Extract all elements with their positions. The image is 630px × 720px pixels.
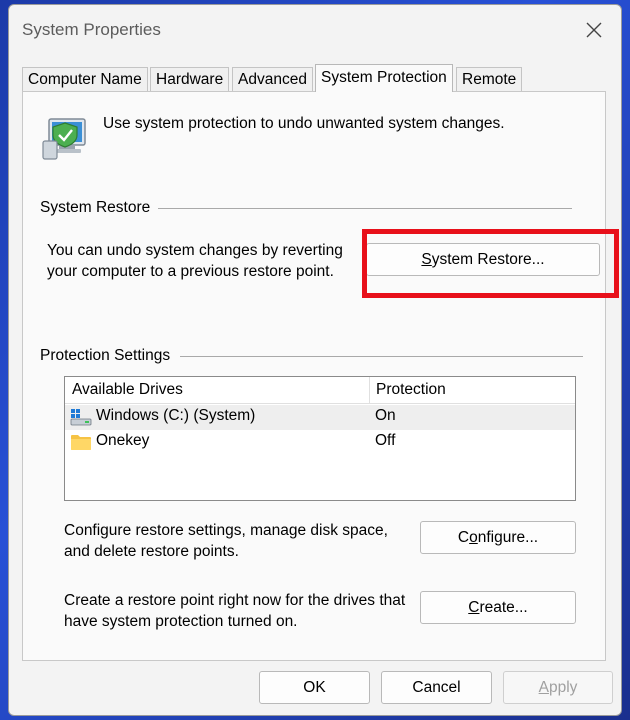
create-description-line1: Create a restore point right now for the… [64,592,406,609]
system-protection-icon [42,118,86,160]
create-button-label: Create... [468,598,528,616]
intro-description: Use system protection to undo unwanted s… [103,115,505,132]
column-available-drives[interactable]: Available Drives [72,381,183,399]
drive-name: Onekey [96,432,150,449]
system-restore-button[interactable]: System Restore... [366,243,600,276]
system-protection-panel: Use system protection to undo unwanted s… [22,91,619,661]
drive-row-onekey[interactable]: Onekey Off [65,430,575,455]
configure-description-line2: and delete restore points. [64,543,239,560]
system-drive-icon [70,409,92,426]
system-restore-description-line1: You can undo system changes by reverting [47,242,343,259]
window-title: System Properties [22,20,161,39]
tab-system-protection[interactable]: System Protection [315,64,453,92]
system-restore-description-line2: your computer to a previous restore poin… [47,263,334,280]
system-restore-button-label: System Restore... [421,250,545,268]
column-separator[interactable] [369,377,370,404]
configure-button-label: Configure... [457,528,539,546]
cancel-button[interactable]: Cancel [381,671,492,704]
system-properties-window: System Properties Computer Name Hardware… [8,4,622,716]
drives-list[interactable]: Available Drives Protection Windows (C:)… [64,376,576,501]
cancel-button-label: Cancel [412,678,461,696]
drive-protection-status: Off [375,432,396,449]
configure-button[interactable]: Configure... [420,521,576,554]
drives-list-header: Available Drives Protection [65,377,575,404]
protection-settings-divider [180,356,583,357]
system-restore-divider [158,208,572,209]
protection-settings-group-title: Protection Settings [40,347,173,365]
tab-computer-name[interactable]: Computer Name [22,67,148,92]
tab-hardware[interactable]: Hardware [150,67,230,92]
tab-advanced[interactable]: Advanced [232,67,313,92]
create-button[interactable]: Create... [420,591,576,624]
drive-protection-status: On [375,407,396,424]
apply-button[interactable]: Apply [503,671,613,704]
tab-remote[interactable]: Remote [456,67,523,92]
create-description-line2: have system protection turned on. [64,613,298,630]
folder-icon [71,435,91,450]
system-restore-group-title: System Restore [40,199,153,217]
column-protection[interactable]: Protection [376,381,446,399]
ok-button[interactable]: OK [259,671,370,704]
apply-button-label: Apply [538,678,578,696]
configure-description-line1: Configure restore settings, manage disk … [64,522,388,539]
drive-name: Windows (C:) (System) [96,407,256,424]
close-button[interactable] [577,15,611,45]
ok-button-label: OK [303,678,326,696]
drive-row-windows[interactable]: Windows (C:) (System) On [65,405,575,430]
close-icon [586,22,602,38]
title-bar[interactable]: System Properties [9,5,621,55]
